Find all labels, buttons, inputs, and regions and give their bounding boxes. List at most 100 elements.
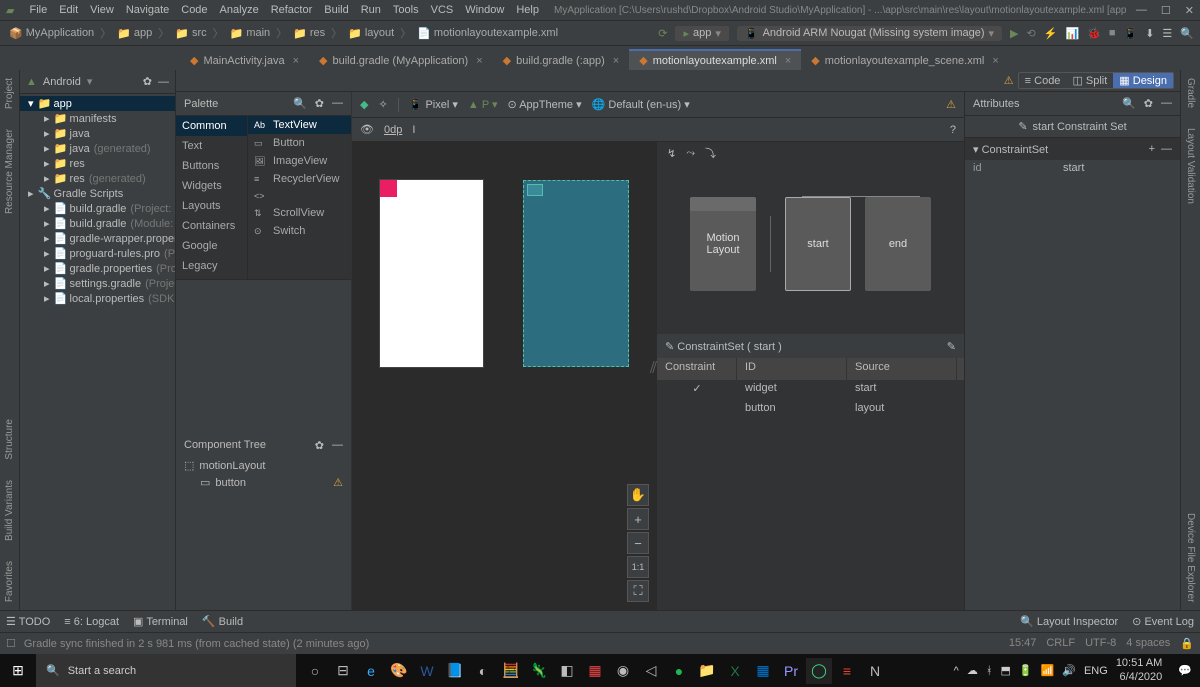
bug-icon[interactable]: 🐞 bbox=[1087, 27, 1101, 40]
gear-icon[interactable]: ✿ bbox=[315, 97, 324, 110]
component-tree-row[interactable]: ▭button⚠ bbox=[176, 474, 351, 491]
menu-help[interactable]: Help bbox=[511, 4, 544, 16]
palette-item[interactable]: ≡RecyclerView bbox=[248, 170, 351, 188]
status-icon[interactable]: ☐ bbox=[6, 637, 16, 650]
attribute-row[interactable]: idstart bbox=[965, 160, 1180, 176]
collapse-icon[interactable]: — bbox=[332, 439, 343, 452]
breadcrumb-item[interactable]: 📁main bbox=[227, 27, 274, 40]
palette-category[interactable]: Common bbox=[176, 116, 247, 136]
wand-icon[interactable]: ✧ bbox=[378, 98, 387, 111]
minimize-button[interactable]: — bbox=[1136, 4, 1147, 17]
premiere-icon[interactable]: Pr bbox=[778, 658, 804, 684]
terminal-tab[interactable]: ▣ Terminal bbox=[133, 615, 188, 628]
palette-category[interactable]: Containers bbox=[176, 216, 247, 236]
event-log-tab[interactable]: ⊙ Event Log bbox=[1132, 615, 1194, 628]
collapse-icon[interactable]: — bbox=[332, 97, 343, 110]
edit-icon[interactable]: ✎ bbox=[947, 340, 956, 353]
app-icon[interactable]: ◧ bbox=[554, 658, 580, 684]
todoist-icon[interactable]: ≡ bbox=[834, 658, 860, 684]
select-icon[interactable]: ◆ bbox=[360, 98, 368, 111]
motion-layout-box[interactable]: Motion Layout bbox=[690, 197, 756, 291]
breadcrumb-item[interactable]: 📁res bbox=[290, 27, 328, 40]
sync-icon[interactable]: ⟳ bbox=[658, 27, 667, 40]
android-studio-icon[interactable]: ◯ bbox=[806, 658, 832, 684]
warning-icon[interactable]: ⚠ bbox=[946, 98, 956, 111]
menu-file[interactable]: File bbox=[24, 4, 52, 16]
sdk-icon[interactable]: ⬇ bbox=[1145, 27, 1154, 40]
notion-icon[interactable]: N bbox=[862, 658, 888, 684]
palette-item[interactable]: ⇅ScrollView bbox=[248, 204, 351, 222]
lock-icon[interactable]: 🔒 bbox=[1180, 637, 1194, 650]
transition-icon[interactable]: ↯ bbox=[667, 147, 676, 160]
menu-view[interactable]: View bbox=[85, 4, 119, 16]
tree-row[interactable]: ▸ 📄build.gradle (Module: app bbox=[20, 216, 175, 231]
tree-row[interactable]: ▸ 🔧Gradle Scripts bbox=[20, 186, 175, 201]
task-view-icon[interactable]: ⊟ bbox=[330, 658, 356, 684]
constraint-set-section[interactable]: ▾ ConstraintSet +— bbox=[965, 138, 1180, 160]
menu-build[interactable]: Build bbox=[319, 4, 353, 16]
edge-icon[interactable]: e bbox=[358, 658, 384, 684]
menu-edit[interactable]: Edit bbox=[54, 4, 83, 16]
table-row[interactable]: buttonlayout bbox=[657, 400, 964, 420]
chrome-icon[interactable]: ◉ bbox=[610, 658, 636, 684]
add-icon[interactable]: ⤵ bbox=[705, 145, 716, 161]
component-tree-row[interactable]: ⬚motionLayout bbox=[176, 457, 351, 474]
favorites-tool-button[interactable]: Favorites bbox=[4, 561, 15, 602]
breadcrumb-item[interactable]: 📁src bbox=[172, 27, 209, 40]
close-tab-icon[interactable]: × bbox=[785, 55, 791, 67]
design-surface[interactable]: ⫽ ✋ + − 1:1 ⛶ bbox=[352, 142, 657, 610]
battery-icon[interactable]: 🔋 bbox=[1019, 664, 1033, 677]
button-widget-blueprint[interactable] bbox=[527, 184, 543, 196]
eye-icon[interactable]: 👁 bbox=[360, 123, 374, 136]
excel-icon[interactable]: X bbox=[722, 658, 748, 684]
palette-item[interactable]: <> bbox=[248, 188, 351, 204]
menu-navigate[interactable]: Navigate bbox=[121, 4, 174, 16]
cortana-icon[interactable]: ○ bbox=[302, 658, 328, 684]
pan-icon[interactable]: ✋ bbox=[627, 484, 649, 506]
palette-item[interactable]: ⊙Switch bbox=[248, 222, 351, 240]
palette-item[interactable]: ▭Button bbox=[248, 134, 351, 152]
editor-tab[interactable]: ◆MainActivity.java× bbox=[180, 49, 309, 70]
end-state-box[interactable]: end bbox=[865, 197, 931, 291]
button-widget[interactable] bbox=[380, 180, 397, 197]
word-icon[interactable]: W bbox=[414, 658, 440, 684]
maximize-button[interactable]: ☐ bbox=[1161, 4, 1171, 17]
start-state-box[interactable]: start bbox=[785, 197, 851, 291]
gradle-tool-button[interactable]: Gradle bbox=[1185, 78, 1196, 108]
unity-icon[interactable]: ◁ bbox=[638, 658, 664, 684]
explorer-icon[interactable]: 📁 bbox=[694, 658, 720, 684]
tree-row[interactable]: ▾ 📁app bbox=[20, 96, 175, 111]
app-icon[interactable]: 📘 bbox=[442, 658, 468, 684]
spotify-icon[interactable]: ● bbox=[666, 658, 692, 684]
tree-row[interactable]: ▸ 📄gradle-wrapper.properties bbox=[20, 231, 175, 246]
tree-row[interactable]: ▸ 📁res (generated) bbox=[20, 171, 175, 186]
start-button[interactable]: ⊞ bbox=[0, 654, 36, 687]
app-icon[interactable]: ▦ bbox=[582, 658, 608, 684]
zoom-out-button[interactable]: − bbox=[627, 532, 649, 554]
editor-tab[interactable]: ◆motionlayoutexample.xml× bbox=[629, 49, 801, 70]
text-tool-icon[interactable]: I bbox=[412, 124, 415, 136]
collapse-icon[interactable]: — bbox=[158, 76, 169, 88]
resource-manager-tool-button[interactable]: Resource Manager bbox=[4, 129, 15, 214]
api-dropdown[interactable]: ▲ P ▾ bbox=[468, 98, 498, 111]
onedrive-icon[interactable]: ☁ bbox=[967, 664, 978, 677]
warning-icon[interactable]: ⚠ bbox=[1004, 74, 1014, 87]
dropbox-icon[interactable]: ⬒ bbox=[1000, 664, 1010, 677]
help-icon[interactable]: ? bbox=[950, 124, 956, 136]
settings-icon[interactable]: ✿ bbox=[143, 75, 152, 88]
tree-row[interactable]: ▸ 📄local.properties (SDK Loc bbox=[20, 291, 175, 306]
search-icon[interactable]: 🔍 bbox=[1122, 97, 1136, 110]
breadcrumb-item[interactable]: 📁app bbox=[114, 27, 155, 40]
tree-row[interactable]: ▸ 📁java bbox=[20, 126, 175, 141]
wifi-icon[interactable]: 📶 bbox=[1041, 664, 1055, 677]
tree-row[interactable]: ▸ 📁manifests bbox=[20, 111, 175, 126]
breadcrumb-item[interactable]: 📦MyApplication bbox=[6, 27, 97, 40]
search-icon[interactable]: 🔍 bbox=[293, 97, 307, 110]
build-tab[interactable]: 🔨 Build bbox=[202, 615, 243, 628]
notifications-icon[interactable]: 💬 bbox=[1178, 664, 1192, 677]
taskbar-search[interactable]: 🔍 Start a search bbox=[36, 654, 296, 687]
breadcrumb-item[interactable]: 📁layout bbox=[345, 27, 397, 40]
structure-tool-button[interactable]: Structure bbox=[4, 419, 15, 460]
close-tab-icon[interactable]: × bbox=[613, 55, 619, 67]
palette-category[interactable]: Widgets bbox=[176, 176, 247, 196]
